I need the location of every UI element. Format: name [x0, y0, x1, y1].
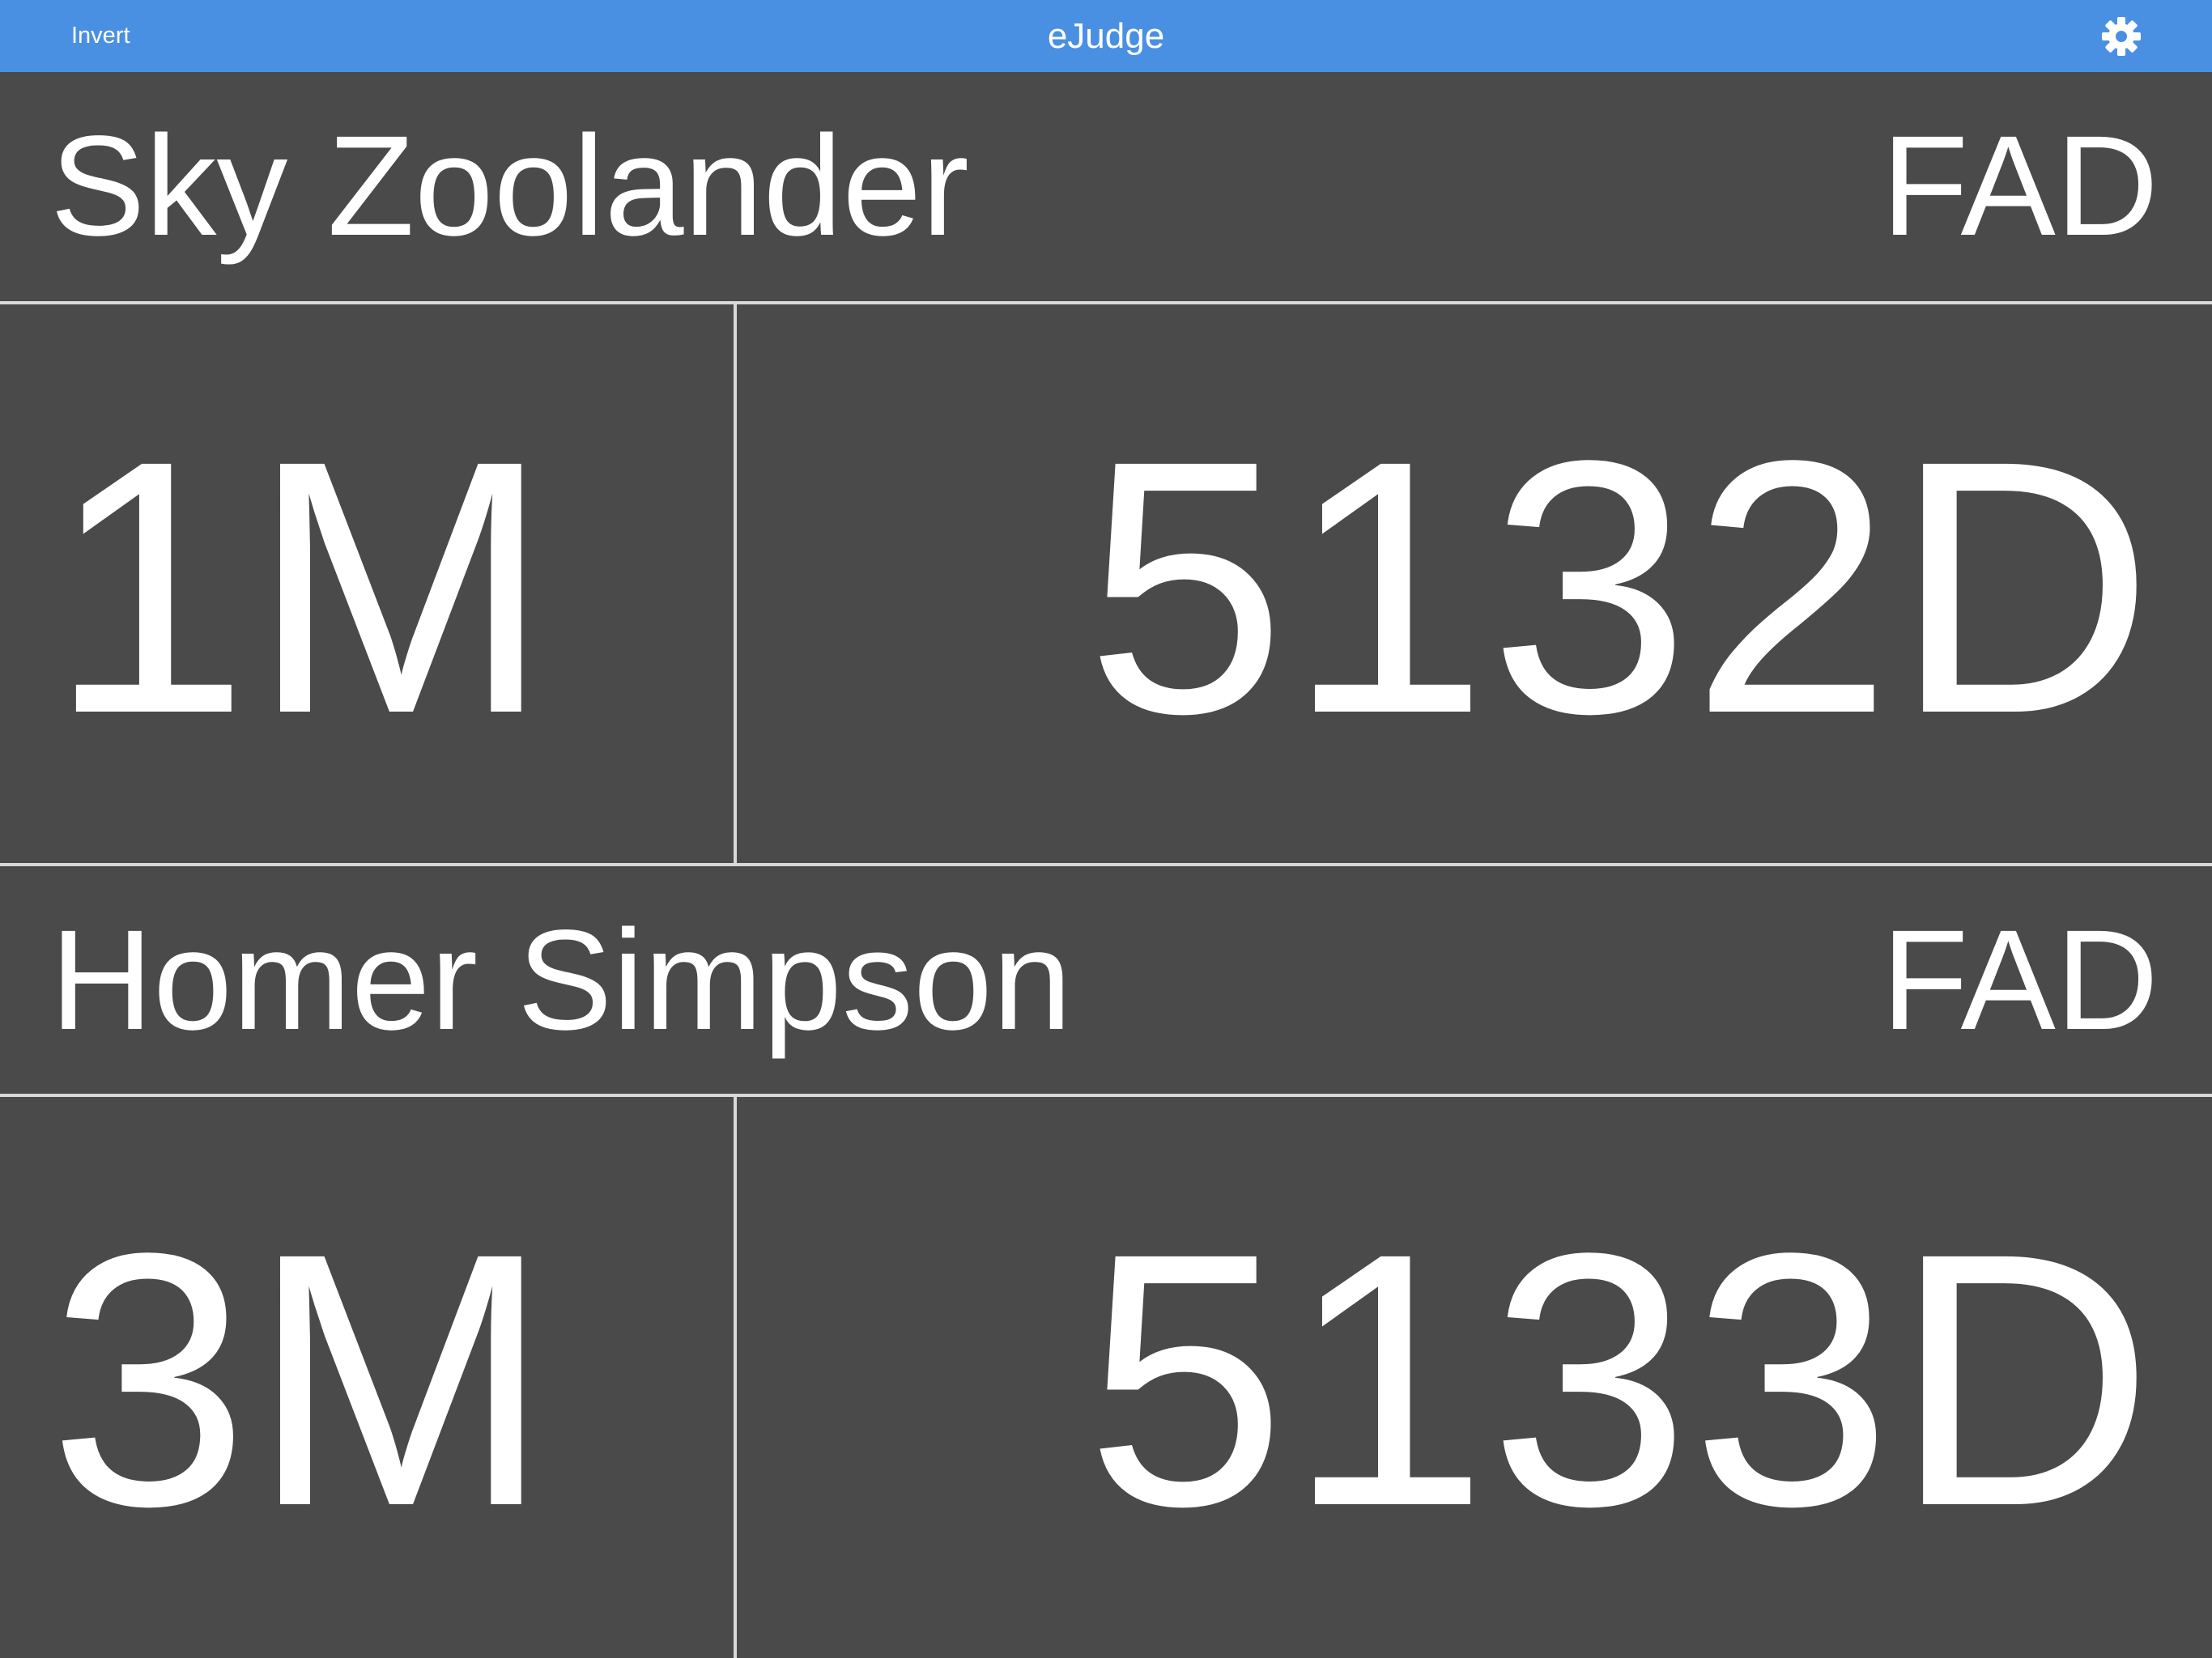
diver-event: FAD [1881, 901, 2159, 1060]
invert-button[interactable]: Invert [71, 0, 130, 72]
dive-cell-1: 5132D [737, 304, 2212, 863]
diver-name: Homer Simpson [50, 901, 1072, 1060]
diver-row-1: Sky Zoolander FAD [0, 72, 2212, 301]
diver-event: FAD [1881, 107, 2159, 266]
dive-number: 5133D [1085, 1179, 2155, 1581]
diver-row-2: Homer Simpson FAD [0, 866, 2212, 1095]
app-title: eJudge [1047, 16, 1165, 56]
app-title-container: eJudge [0, 0, 2212, 72]
board-cell-2: 3M [0, 1097, 734, 1658]
settings-button[interactable] [2100, 15, 2142, 57]
gear-icon [2102, 17, 2141, 56]
board-cell-1: 1M [0, 304, 734, 863]
board-height: 3M [49, 1179, 553, 1581]
dive-number: 5132D [1085, 386, 2155, 789]
dive-cell-2: 5133D [737, 1097, 2212, 1658]
board-height: 1M [49, 386, 553, 789]
diver-name: Sky Zoolander [50, 107, 969, 266]
navigation-bar: Invert eJudge [0, 0, 2212, 72]
